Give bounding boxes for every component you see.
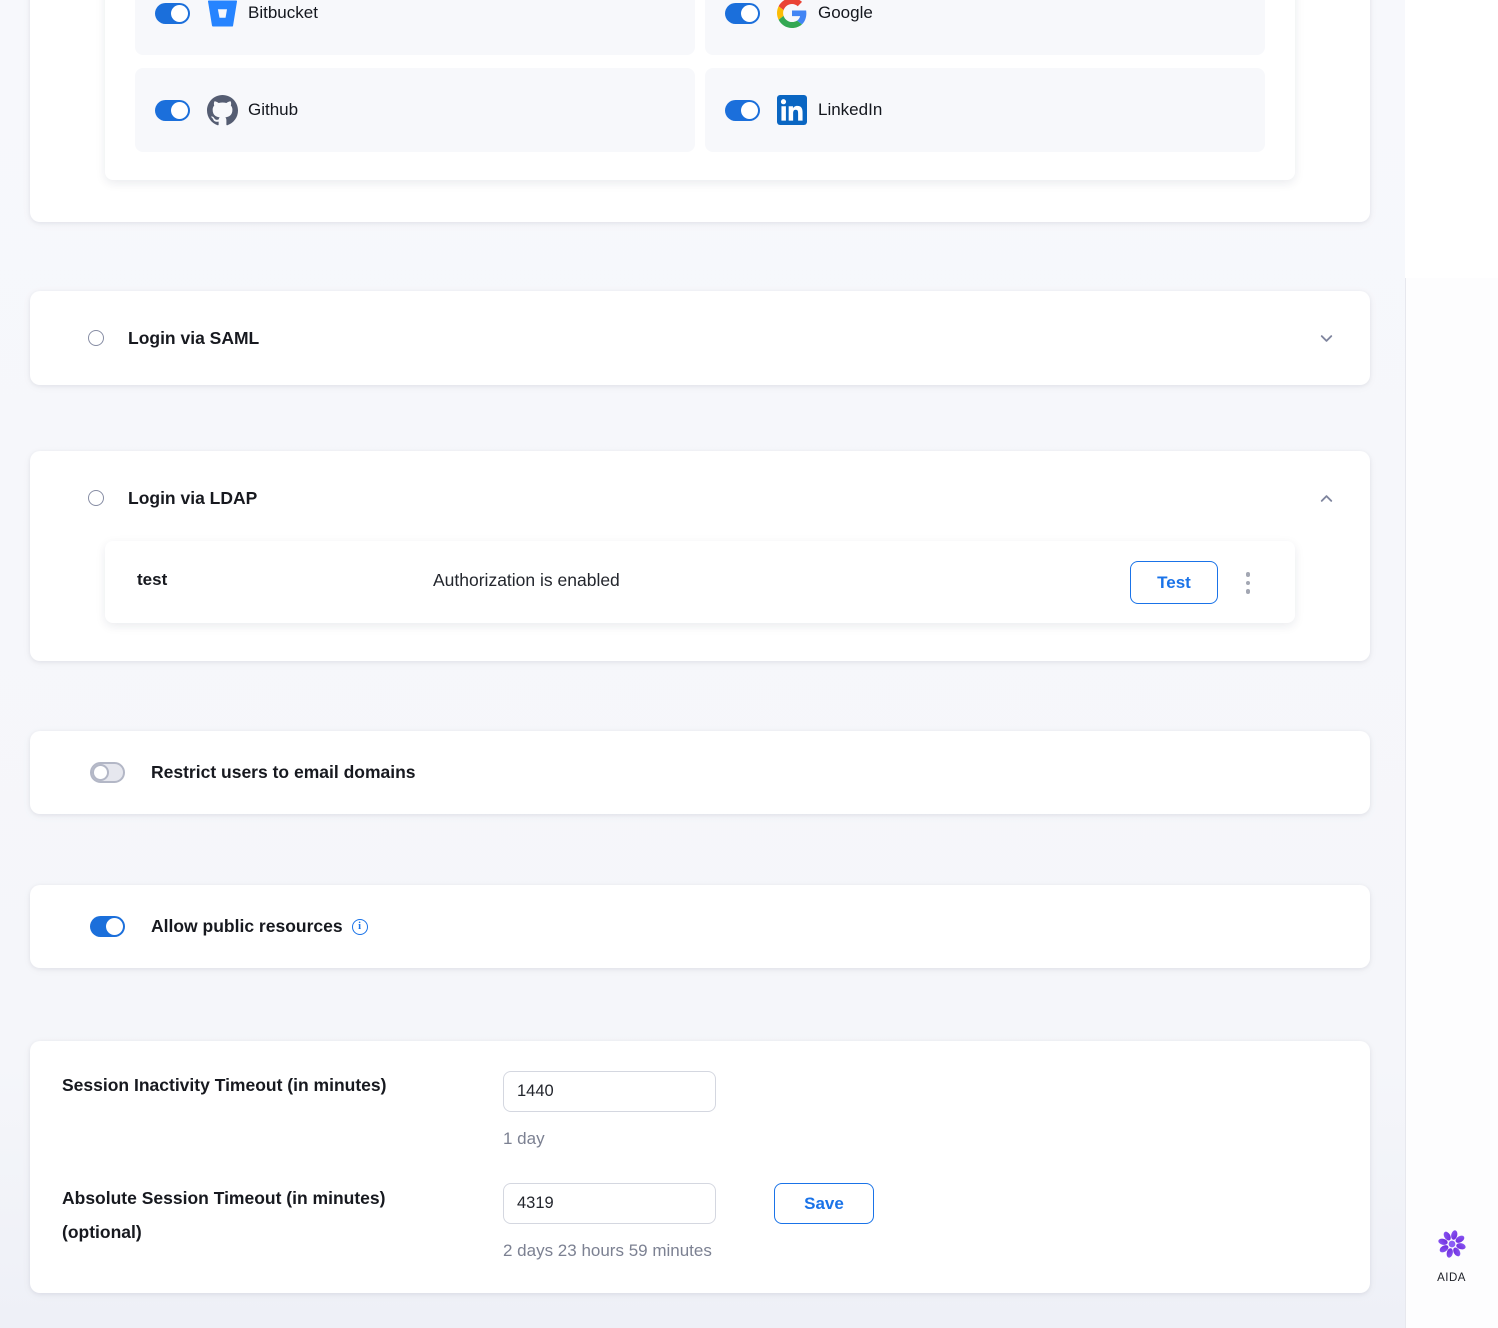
ldap-entry-status: Authorization is enabled [433, 570, 620, 591]
provider-label: Google [818, 3, 873, 23]
session-timeout-card: Session Inactivity Timeout (in minutes) … [30, 1041, 1370, 1293]
ldap-section-card: Login via LDAP test Authorization is ena… [30, 451, 1370, 661]
oauth-providers-panel: Bitbucket Google [105, 0, 1295, 180]
github-icon [206, 94, 238, 126]
inactivity-timeout-hint: 1 day [503, 1129, 545, 1149]
provider-row-github: Github [135, 68, 695, 152]
saml-title: Login via SAML [128, 328, 259, 349]
right-sidebar-panel [1405, 278, 1498, 1328]
kebab-menu-icon[interactable] [1238, 563, 1258, 603]
oauth-providers-card: Bitbucket Google [30, 0, 1370, 222]
google-toggle[interactable] [725, 3, 760, 24]
bitbucket-toggle[interactable] [155, 3, 190, 24]
public-resources-toggle[interactable] [90, 916, 125, 937]
chevron-up-icon[interactable] [1317, 489, 1336, 508]
restrict-domains-label: Restrict users to email domains [151, 762, 416, 783]
ldap-radio[interactable] [88, 490, 104, 506]
inactivity-timeout-input[interactable] [503, 1071, 716, 1112]
aida-widget[interactable]: AIDA [1405, 1228, 1498, 1284]
saml-radio[interactable] [88, 330, 104, 346]
bitbucket-icon [206, 0, 238, 29]
linkedin-icon [776, 94, 808, 126]
auth-settings-page: Bitbucket Google [0, 0, 1498, 1328]
restrict-domains-card: Restrict users to email domains [30, 731, 1370, 814]
inactivity-timeout-label: Session Inactivity Timeout (in minutes) [62, 1075, 386, 1096]
restrict-domains-row: Restrict users to email domains [30, 731, 1370, 814]
absolute-timeout-label-optional: (optional) [62, 1222, 142, 1243]
saml-section-card: Login via SAML [30, 291, 1370, 385]
ldap-entry-row: test Authorization is enabled Test [105, 541, 1295, 623]
provider-label: LinkedIn [818, 100, 882, 120]
save-button[interactable]: Save [774, 1183, 874, 1224]
absolute-timeout-hint: 2 days 23 hours 59 minutes [503, 1241, 712, 1261]
chevron-down-icon[interactable] [1317, 329, 1336, 348]
aida-brand-label: AIDA [1437, 1272, 1466, 1284]
provider-row-bitbucket: Bitbucket [135, 0, 695, 55]
saml-section-header: Login via SAML [30, 291, 1370, 385]
absolute-timeout-label: Absolute Session Timeout (in minutes) [62, 1188, 385, 1209]
right-sidebar: AIDA [1405, 0, 1498, 1328]
linkedin-toggle[interactable] [725, 100, 760, 121]
info-icon[interactable]: i [352, 919, 368, 935]
provider-row-linkedin: LinkedIn [705, 68, 1265, 152]
test-button[interactable]: Test [1130, 561, 1218, 604]
public-resources-label: Allow public resources [151, 916, 343, 937]
ldap-title: Login via LDAP [128, 488, 257, 509]
main-content: Bitbucket Google [0, 0, 1405, 1328]
github-toggle[interactable] [155, 100, 190, 121]
aida-flower-icon [1436, 1228, 1468, 1265]
google-icon [776, 0, 808, 29]
provider-row-google: Google [705, 0, 1265, 55]
provider-label: Bitbucket [248, 3, 318, 23]
provider-label: Github [248, 100, 298, 120]
ldap-entry-name: test [137, 570, 167, 590]
absolute-timeout-input[interactable] [503, 1183, 716, 1224]
public-resources-card: Allow public resources i [30, 885, 1370, 968]
ldap-section-header: Login via LDAP [30, 451, 1370, 545]
restrict-domains-toggle[interactable] [90, 762, 125, 783]
public-resources-row: Allow public resources i [30, 885, 1370, 968]
